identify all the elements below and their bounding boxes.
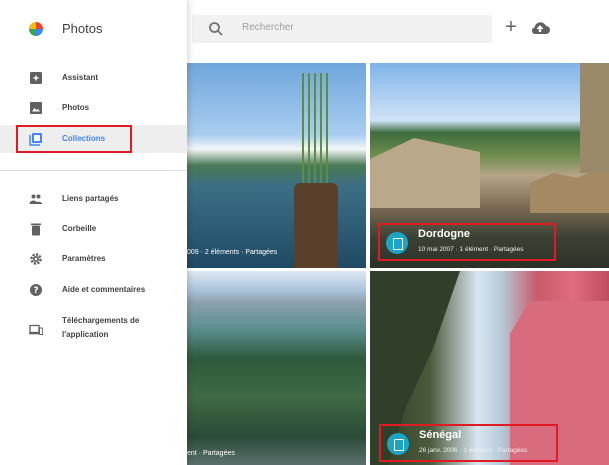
assistant-icon bbox=[30, 72, 42, 84]
search-input[interactable]: Rechercher bbox=[242, 22, 294, 33]
trash-icon bbox=[31, 223, 41, 236]
nav-label: Téléchargements de l'application bbox=[62, 316, 140, 339]
nav-item-help[interactable]: ? Aide et commentaires bbox=[0, 276, 187, 304]
drawer-header: Photos bbox=[0, 0, 187, 58]
collection-tile[interactable]: 009 · 2 éléments · Partagées bbox=[187, 63, 366, 268]
nav-label: Liens partagés bbox=[62, 194, 119, 203]
collection-label-dordogne[interactable]: Dordogne 10 mai 2007 · 1 élément · Parta… bbox=[378, 223, 556, 261]
nav-label: Assistant bbox=[62, 73, 99, 82]
nav-label: Paramètres bbox=[62, 254, 106, 263]
collection-title: Sénégal bbox=[419, 429, 462, 441]
help-icon: ? bbox=[30, 284, 42, 296]
collection-meta: 26 janv. 2006 · 1 élément · Partagées bbox=[419, 447, 528, 454]
nav-label: Photos bbox=[62, 103, 90, 112]
nav-item-photos[interactable]: Photos bbox=[0, 94, 187, 122]
search-icon bbox=[209, 22, 223, 36]
people-icon bbox=[29, 194, 43, 204]
collection-meta: 10 mai 2007 · 1 élément · Partagées bbox=[418, 246, 524, 253]
nav-item-trash[interactable]: Corbeille bbox=[0, 215, 187, 243]
tile-image-detail bbox=[580, 63, 609, 173]
tile-caption: ent · Partagées bbox=[187, 450, 235, 457]
nav-label: Corbeille bbox=[62, 224, 97, 233]
tile-image-detail bbox=[370, 138, 480, 208]
cloud-upload-icon[interactable] bbox=[529, 18, 551, 38]
plus-icon[interactable]: + bbox=[501, 17, 521, 38]
tile-image-detail bbox=[294, 183, 338, 268]
nav-item-shared-links[interactable]: Liens partagés bbox=[0, 185, 187, 213]
tile-image-detail bbox=[302, 73, 332, 185]
nav-item-settings[interactable]: Paramètres bbox=[0, 245, 187, 273]
gear-icon bbox=[30, 253, 42, 265]
nav-item-app-downloads[interactable]: Téléchargements de l'application bbox=[0, 312, 187, 352]
nav-item-assistant[interactable]: Assistant bbox=[0, 64, 187, 92]
collection-label-senegal[interactable]: Sénégal 26 janv. 2006 · 1 élément · Part… bbox=[379, 424, 558, 462]
collection-title: Dordogne bbox=[418, 228, 470, 240]
nav-label: Aide et commentaires bbox=[62, 285, 146, 294]
devices-icon bbox=[29, 324, 43, 336]
album-icon bbox=[387, 433, 409, 455]
svg-text:?: ? bbox=[33, 286, 38, 296]
collection-tile[interactable]: ent · Partagées bbox=[187, 271, 366, 465]
album-icon bbox=[386, 232, 408, 254]
divider bbox=[0, 170, 187, 171]
google-photos-logo-icon bbox=[29, 22, 43, 36]
photo-icon bbox=[30, 102, 42, 114]
app-title: Photos bbox=[62, 21, 103, 36]
search-box[interactable]: Rechercher bbox=[192, 15, 492, 43]
collections-highlight bbox=[16, 125, 132, 153]
navigation-drawer: Photos Assistant Photos Collections Lien… bbox=[0, 0, 187, 465]
top-bar: Rechercher + bbox=[187, 0, 609, 58]
tile-caption: 009 · 2 éléments · Partagées bbox=[187, 249, 278, 256]
